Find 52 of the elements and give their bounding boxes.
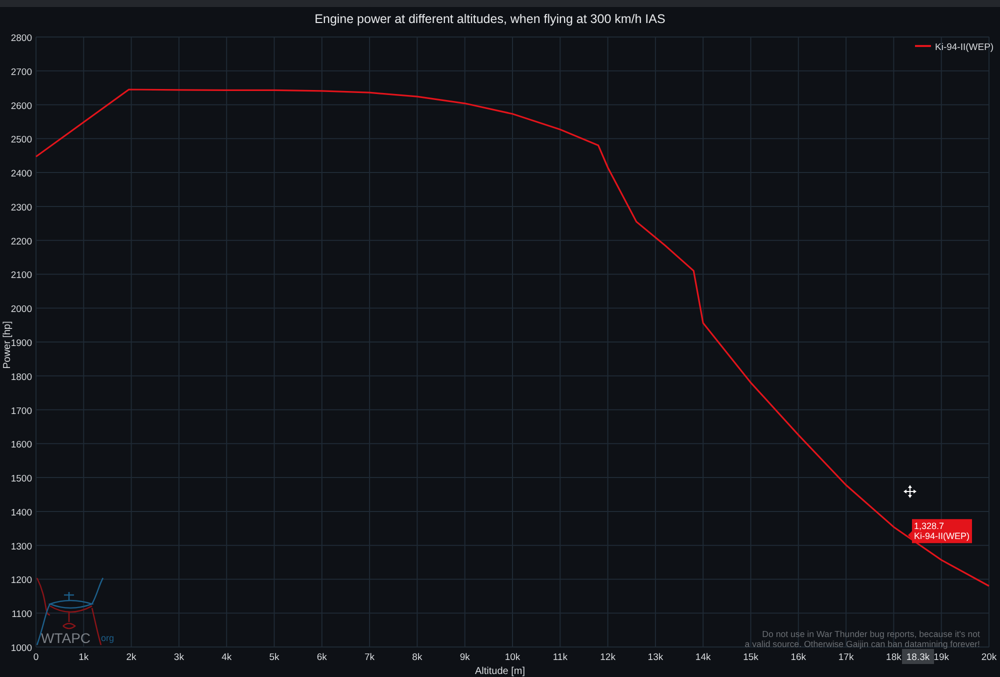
x-tick-label: 17k xyxy=(838,652,854,663)
y-tick-label: 2300 xyxy=(10,202,32,214)
disclaimer-text: Do not use in War Thunder bug reports, because it's not a valid source. Otherwise Gaijin can ban datamining forever! xyxy=(744,629,980,649)
y-tick-label: 1600 xyxy=(10,440,32,451)
y-tick-label: 1400 xyxy=(10,507,32,518)
y-tick-label: 2200 xyxy=(10,236,32,248)
y-tick-label: 2700 xyxy=(10,66,32,78)
y-tick-label: 1000 xyxy=(10,643,32,654)
y-tick-label: 2000 xyxy=(10,304,32,316)
x-tick-label: 6k xyxy=(316,652,327,663)
y-axis-label: Power [hp] xyxy=(2,321,13,369)
tooltip xyxy=(908,519,972,544)
x-tick-label: 15k xyxy=(743,652,758,663)
x-tick-label: 11k xyxy=(552,652,568,663)
legend-label[interactable]: Ki-94-II(WEP) xyxy=(935,42,994,53)
x-tick-label: 16k xyxy=(790,652,806,663)
y-tick-label: 2800 xyxy=(10,33,32,44)
x-tick-label: 14k xyxy=(695,652,711,663)
y-tick-label: 2400 xyxy=(10,168,32,180)
x-tick-label: 19k xyxy=(934,652,950,663)
x-tick-label: 7k xyxy=(364,652,375,663)
y-tick-label: 1300 xyxy=(10,541,32,552)
y-tick-label: 2600 xyxy=(10,100,32,112)
x-tick-label: 5k xyxy=(269,652,280,663)
y-tick-label: 1800 xyxy=(10,372,32,383)
hover-x-label: 18.3k xyxy=(902,649,934,664)
y-tick-label: 1500 xyxy=(10,474,32,485)
move-cursor-icon xyxy=(904,485,916,498)
tooltip-value: 1,328.7 xyxy=(914,521,944,532)
x-tick-label: 2k xyxy=(126,652,136,663)
watermark-text: WTAPC xyxy=(41,630,91,646)
watermark-suffix: org xyxy=(101,633,114,643)
x-tick-label: 18k xyxy=(886,652,902,663)
tooltip-series: Ki-94-II(WEP) xyxy=(914,531,970,542)
x-tick-label: 9k xyxy=(460,652,470,663)
x-tick-label: 12k xyxy=(600,652,616,663)
x-tick-label: 0 xyxy=(33,652,39,663)
x-tick-label: 1k xyxy=(78,652,89,663)
y-tick-label: 1200 xyxy=(10,575,32,586)
chart-title: Engine power at different altitudes, when flying at 300 km/h IAS xyxy=(314,12,666,26)
x-tick-label: 3k xyxy=(174,652,184,663)
x-tick-label: 13k xyxy=(648,652,664,663)
y-tick-label: 2500 xyxy=(10,134,32,146)
y-tick-label: 1900 xyxy=(10,338,32,349)
y-tick-label: 2100 xyxy=(10,270,32,282)
x-tick-label: 8k xyxy=(412,652,422,663)
x-tick-label: 4k xyxy=(222,652,232,663)
x-axis-label: Altitude [m] xyxy=(474,666,526,677)
x-tick-label: 10k xyxy=(504,652,520,663)
x-tick-label: 20k xyxy=(981,652,997,663)
y-tick-label: 1100 xyxy=(12,609,32,620)
y-tick-label: 1700 xyxy=(10,406,32,417)
